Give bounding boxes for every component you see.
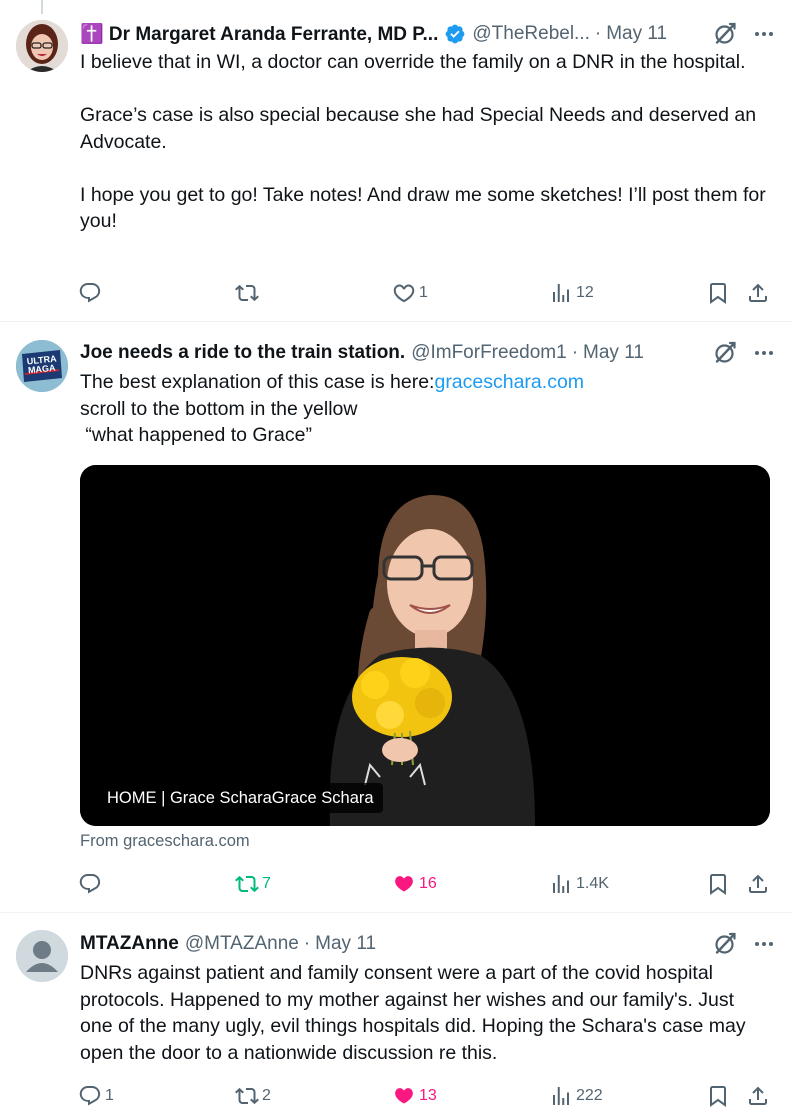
like-button[interactable]: 13 [392, 1081, 437, 1111]
tweet-header: MTAZAnne @MTAZAnne · May 11 [80, 930, 776, 958]
link-card-source[interactable]: From graceschara.com [80, 832, 250, 851]
card-image [80, 465, 770, 826]
tweet-actions: 1 12 [78, 278, 772, 308]
avatar[interactable] [16, 930, 68, 982]
link-card[interactable] [80, 465, 770, 826]
tweet-text: The best explanation of this case is her… [80, 369, 770, 449]
avatar-portrait [16, 20, 68, 72]
share-icon [746, 281, 770, 305]
default-avatar-icon [16, 930, 68, 982]
reply-button[interactable] [78, 869, 105, 899]
view-count: 12 [576, 284, 594, 301]
bookmark-icon [706, 1084, 730, 1108]
author-name[interactable]: ✝️ Dr Margaret Aranda Ferrante, MD P... [80, 22, 438, 46]
tweet-actions: 7 16 1.4K [78, 869, 772, 899]
avatar-ultra-maga-logo: ULTRA MAGA [16, 340, 68, 392]
tweet-header: Joe needs a ride to the train station. @… [80, 339, 776, 367]
like-count: 16 [419, 875, 437, 892]
reply-icon [78, 1084, 102, 1108]
tweet-text-part: scroll to the bottom in the yellow “what… [80, 397, 358, 447]
reply-button[interactable]: 1 [78, 1081, 114, 1111]
like-icon [392, 281, 416, 305]
views-icon [549, 1084, 573, 1108]
like-count: 1 [419, 284, 428, 301]
reply-icon [78, 872, 102, 896]
avatar[interactable]: ULTRA MAGA [16, 340, 68, 392]
avatar[interactable] [16, 20, 68, 72]
grok-icon[interactable] [712, 21, 738, 47]
author-handle[interactable]: @ImForFreedom1 [411, 342, 567, 364]
views-icon [549, 872, 573, 896]
bookmark-button[interactable] [706, 869, 730, 899]
view-count: 1.4K [576, 875, 609, 892]
more-icon[interactable] [752, 341, 776, 365]
share-button[interactable] [746, 278, 770, 308]
tweet-header: ✝️ Dr Margaret Aranda Ferrante, MD P... … [80, 20, 776, 48]
share-button[interactable] [746, 1081, 770, 1111]
repost-button[interactable]: 7 [235, 869, 271, 899]
repost-icon [235, 872, 259, 896]
tweet-date[interactable]: May 11 [583, 342, 644, 364]
views-button[interactable]: 12 [549, 278, 594, 308]
author-name[interactable]: Joe needs a ride to the train station. [80, 342, 405, 364]
tweet-date[interactable]: May 11 [606, 23, 667, 45]
like-count: 13 [419, 1087, 437, 1104]
link-card-caption: HOME | Grace ScharaGrace Schara [98, 783, 383, 813]
views-button[interactable]: 222 [549, 1081, 603, 1111]
tweet-actions: 1 2 13 222 [78, 1081, 772, 1111]
tweet-text: I believe that in WI, a doctor can overr… [80, 51, 766, 232]
repost-count: 2 [262, 1087, 271, 1104]
tweet-text-part: The best explanation of this case is her… [80, 371, 435, 393]
view-count: 222 [576, 1087, 603, 1104]
repost-icon [235, 281, 259, 305]
share-icon [746, 1084, 770, 1108]
more-icon[interactable] [752, 22, 776, 46]
repost-icon [235, 1084, 259, 1108]
author-handle[interactable]: @MTAZAnne [185, 933, 299, 955]
reply-icon [78, 281, 102, 305]
grok-icon[interactable] [712, 931, 738, 957]
reply-count: 1 [105, 1087, 114, 1104]
separator-dot: · [303, 933, 311, 954]
like-button[interactable]: 16 [392, 869, 437, 899]
bookmark-button[interactable] [706, 278, 730, 308]
author-handle[interactable]: @TheRebel... [472, 23, 590, 45]
tweet-date[interactable]: May 11 [315, 933, 376, 955]
separator-dot: · [594, 23, 602, 44]
tweet-text: DNRs against patient and family consent … [80, 962, 752, 1064]
tweet[interactable]: MTAZAnne @MTAZAnne · May 11 DNRs against… [0, 913, 792, 1118]
grok-icon[interactable] [712, 340, 738, 366]
share-icon [746, 872, 770, 896]
reply-button[interactable] [78, 278, 105, 308]
author-name[interactable]: MTAZAnne [80, 933, 179, 955]
verified-badge-icon [445, 24, 465, 44]
views-button[interactable]: 1.4K [549, 869, 609, 899]
share-button[interactable] [746, 869, 770, 899]
repost-count: 7 [262, 875, 271, 892]
repost-button[interactable]: 2 [235, 1081, 271, 1111]
views-icon [549, 281, 573, 305]
like-icon [392, 872, 416, 896]
separator-dot: · [571, 342, 579, 363]
bookmark-button[interactable] [706, 1081, 730, 1111]
tweet-link[interactable]: graceschara.com [434, 371, 584, 393]
bookmark-icon [706, 872, 730, 896]
repost-button[interactable] [235, 278, 262, 308]
like-button[interactable]: 1 [392, 278, 428, 308]
bookmark-icon [706, 281, 730, 305]
like-icon [392, 1084, 416, 1108]
more-icon[interactable] [752, 932, 776, 956]
tweet[interactable]: ✝️ Dr Margaret Aranda Ferrante, MD P... … [0, 0, 792, 322]
